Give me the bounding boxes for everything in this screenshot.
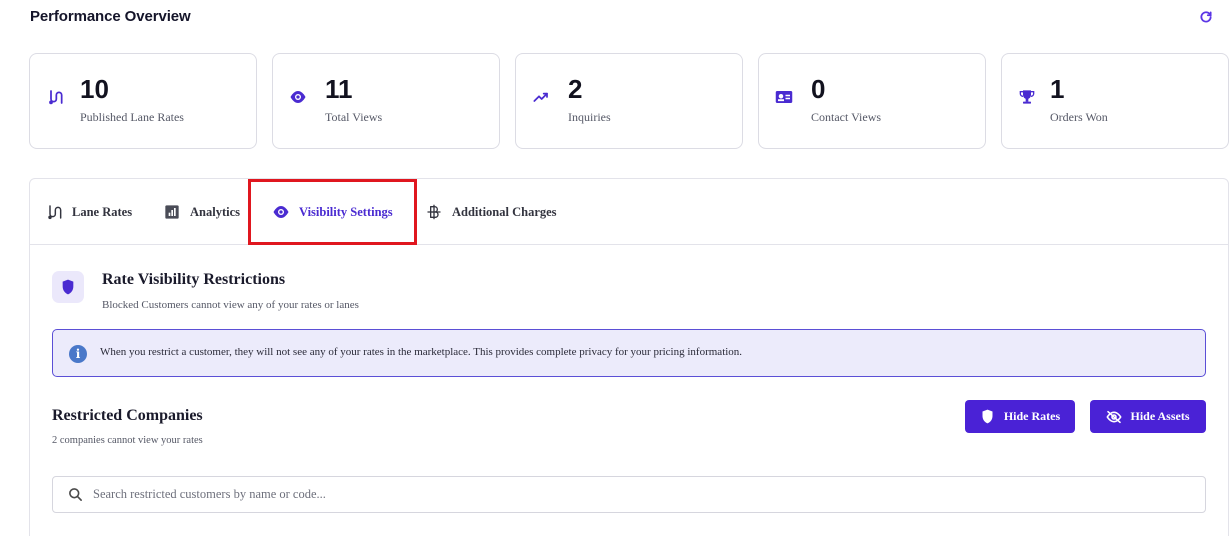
refresh-icon[interactable] xyxy=(1197,8,1215,26)
stat-card-total-views: 11 Total Views xyxy=(272,53,500,149)
shield-icon xyxy=(980,409,996,425)
eye-off-icon xyxy=(1106,409,1123,425)
tab-analytics[interactable]: Analytics xyxy=(163,201,240,223)
analytics-icon xyxy=(163,203,181,221)
info-banner: i When you restrict a customer, they wil… xyxy=(52,329,1206,377)
search-icon xyxy=(67,487,83,503)
stat-label: Total Views xyxy=(325,110,383,124)
hide-assets-button[interactable]: Hide Assets xyxy=(1090,400,1206,433)
hide-assets-label: Hide Assets xyxy=(1130,409,1190,423)
stat-value: 2 xyxy=(568,74,583,104)
search-box xyxy=(52,476,1206,513)
restricted-subtitle: 2 companies cannot view your rates xyxy=(52,435,203,446)
page-title: Performance Overview xyxy=(30,8,191,25)
stat-card-inquiries: 2 Inquiries xyxy=(515,53,743,149)
eye-icon xyxy=(289,88,307,106)
search-input[interactable] xyxy=(93,487,1205,502)
hide-rates-label: Hide Rates xyxy=(1003,409,1061,423)
contact-card-icon xyxy=(775,88,793,106)
tab-lane-rates[interactable]: Lane Rates xyxy=(45,201,132,223)
tab-label: Additional Charges xyxy=(452,204,557,219)
section-subtitle: Blocked Customers cannot view any of you… xyxy=(102,299,359,311)
restricted-title: Restricted Companies xyxy=(52,407,203,424)
stats-row: 10 Published Lane Rates 11 Total Views 2… xyxy=(29,53,1229,149)
content-panel: Lane Rates Analytics Visibility Settings… xyxy=(29,178,1229,536)
tab-bar: Lane Rates Analytics Visibility Settings… xyxy=(30,179,1228,245)
tab-label: Analytics xyxy=(190,204,240,219)
info-text: When you restrict a customer, they will … xyxy=(100,346,743,358)
trending-up-icon xyxy=(532,88,550,106)
baht-icon xyxy=(425,203,443,221)
section-title: Rate Visibility Restrictions xyxy=(102,271,286,288)
info-icon: i xyxy=(69,345,87,363)
stat-value: 0 xyxy=(811,74,826,104)
tab-label: Lane Rates xyxy=(72,204,133,219)
shield-icon xyxy=(52,271,84,303)
stat-value: 11 xyxy=(325,74,353,104)
stat-card-contact-views: 0 Contact Views xyxy=(758,53,986,149)
hide-rates-button[interactable]: Hide Rates xyxy=(965,400,1075,433)
stat-label: Inquiries xyxy=(568,110,611,124)
stat-value: 10 xyxy=(80,74,109,104)
stat-label: Published Lane Rates xyxy=(80,110,184,124)
stat-card-published-lane-rates: 10 Published Lane Rates xyxy=(29,53,257,149)
stat-label: Contact Views xyxy=(811,110,882,124)
stat-label: Orders Won xyxy=(1050,110,1108,124)
route-icon xyxy=(46,88,64,106)
trophy-icon xyxy=(1018,88,1036,106)
stat-card-orders-won: 1 Orders Won xyxy=(1001,53,1229,149)
stat-value: 1 xyxy=(1050,74,1065,104)
tab-additional-charges[interactable]: Additional Charges xyxy=(425,201,557,223)
route-icon xyxy=(45,203,63,221)
highlight-annotation-box xyxy=(248,179,417,245)
